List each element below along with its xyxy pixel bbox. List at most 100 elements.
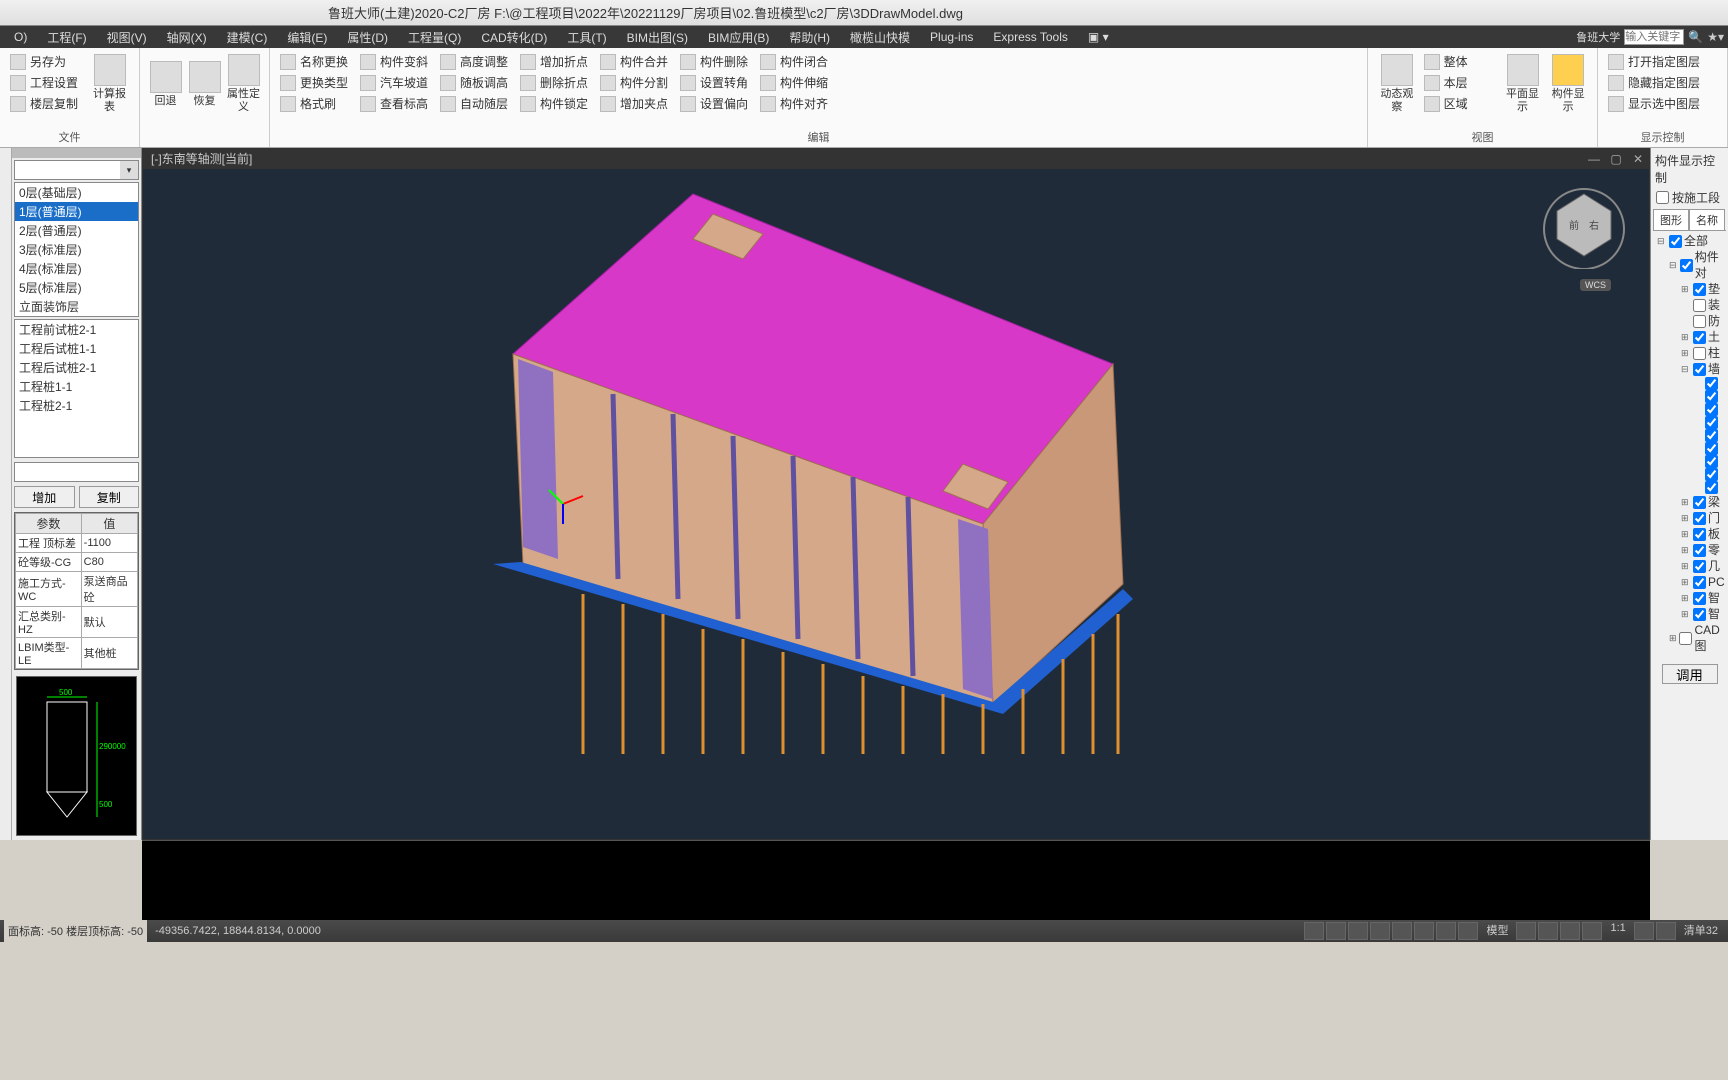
panel-grip[interactable] xyxy=(12,148,141,158)
delete-comp-button[interactable]: 构件删除 xyxy=(676,52,756,71)
expand-icon[interactable]: ⊞ xyxy=(1681,494,1691,510)
set-corner-button[interactable]: 设置转角 xyxy=(676,73,756,92)
scale-label[interactable]: 1:1 xyxy=(1604,922,1631,940)
menu-bim-export[interactable]: BIM出图(S) xyxy=(617,27,698,48)
merge-button[interactable]: 构件合并 xyxy=(596,52,676,71)
tree-check[interactable] xyxy=(1693,528,1706,541)
slant-button[interactable]: 构件变斜 xyxy=(356,52,436,71)
tree-item[interactable]: 工程前试桩2-1 xyxy=(15,320,138,339)
expand-icon[interactable]: ⊞ xyxy=(1681,606,1691,622)
status-icon[interactable] xyxy=(1348,922,1368,940)
tree-check[interactable] xyxy=(1705,390,1718,403)
keyword-search[interactable] xyxy=(1624,29,1684,45)
list-label[interactable]: 清单32 xyxy=(1678,922,1724,940)
tab-graphic[interactable]: 图形 xyxy=(1653,209,1689,230)
report-button[interactable]: 计算报表 xyxy=(86,52,133,116)
redo-button[interactable]: 恢复 xyxy=(185,52,224,116)
this-floor-button[interactable]: 本层 xyxy=(1420,73,1500,92)
menu-axis[interactable]: 轴网(X) xyxy=(157,27,217,48)
save-as-button[interactable]: 另存为 xyxy=(6,52,86,71)
view-height-button[interactable]: 查看标高 xyxy=(356,94,436,113)
status-icon[interactable] xyxy=(1538,922,1558,940)
tree-check[interactable] xyxy=(1679,632,1692,645)
floor-option-1[interactable]: 1层(普通层) xyxy=(15,202,138,221)
del-vertex-button[interactable]: 删除折点 xyxy=(516,73,596,92)
tree-check[interactable] xyxy=(1693,347,1706,360)
close-icon[interactable]: ✕ xyxy=(1627,149,1649,169)
tab-name[interactable]: 名称 xyxy=(1689,209,1725,230)
tree-check[interactable] xyxy=(1693,496,1706,509)
open-layer-button[interactable]: 打开指定图层 xyxy=(1604,52,1721,71)
tree-check[interactable] xyxy=(1705,442,1718,455)
university-label[interactable]: 鲁班大学 xyxy=(1576,29,1620,45)
menu-model[interactable]: 建模(C) xyxy=(217,27,278,48)
menu-attr[interactable]: 属性(D) xyxy=(337,27,398,48)
status-icon[interactable] xyxy=(1414,922,1434,940)
expand-icon[interactable]: ⊞ xyxy=(1681,558,1691,574)
menu-edit[interactable]: 编辑(E) xyxy=(277,27,337,48)
floor-option-0[interactable]: 0层(基础层) xyxy=(15,183,138,202)
tree-item[interactable]: 工程桩1-1 xyxy=(15,377,138,396)
tree-check[interactable] xyxy=(1693,560,1706,573)
view-cube[interactable]: 前 右 xyxy=(1539,179,1629,269)
tree-item[interactable]: 工程后试桩2-1 xyxy=(15,358,138,377)
orbit-button[interactable]: 动态观察 xyxy=(1374,52,1420,116)
align-button[interactable]: 构件对齐 xyxy=(756,94,836,113)
model-label[interactable]: 模型 xyxy=(1480,922,1514,940)
expand-icon[interactable]: ⊞ xyxy=(1681,526,1691,542)
status-icon[interactable] xyxy=(1516,922,1536,940)
attr-def-button[interactable]: 属性定义 xyxy=(224,52,263,116)
expand-icon[interactable]: ⊟ xyxy=(1657,233,1667,249)
set-offset-button[interactable]: 设置偏向 xyxy=(676,94,756,113)
stage-check[interactable] xyxy=(1656,191,1669,204)
close-comp-button[interactable]: 构件闭合 xyxy=(756,52,836,71)
tree-check[interactable] xyxy=(1693,576,1706,589)
menu-plugins[interactable]: Plug-ins xyxy=(920,28,983,46)
floor-combo[interactable]: ▾ xyxy=(14,160,139,180)
status-icon[interactable] xyxy=(1560,922,1580,940)
menu-quantity[interactable]: 工程量(Q) xyxy=(398,27,471,48)
status-icon[interactable] xyxy=(1634,922,1654,940)
lock-button[interactable]: 构件锁定 xyxy=(516,94,596,113)
comp-display-button[interactable]: 构件显示 xyxy=(1545,52,1591,116)
tree-check[interactable] xyxy=(1693,363,1706,376)
slab-height-button[interactable]: 随板调高 xyxy=(436,73,516,92)
expand-icon[interactable]: ⊞ xyxy=(1681,345,1691,361)
overall-button[interactable]: 整体 xyxy=(1420,52,1500,71)
filter-input[interactable] xyxy=(14,462,139,482)
format-brush-button[interactable]: 格式刷 xyxy=(276,94,356,113)
floor-option-6[interactable]: 立面装饰层 xyxy=(15,297,138,316)
expand-icon[interactable]: ⊞ xyxy=(1681,590,1691,606)
floor-option-5[interactable]: 5层(标准层) xyxy=(15,278,138,297)
expand-icon[interactable]: ⊟ xyxy=(1669,257,1678,273)
change-type-button[interactable]: 更换类型 xyxy=(276,73,356,92)
tree-check[interactable] xyxy=(1705,455,1718,468)
expand-icon[interactable]: ⊟ xyxy=(1681,361,1691,377)
tree-check[interactable] xyxy=(1705,403,1718,416)
stretch-button[interactable]: 构件伸缩 xyxy=(756,73,836,92)
menu-bim-app[interactable]: BIM应用(B) xyxy=(698,27,779,48)
tree-item[interactable]: 工程桩2-1 xyxy=(15,396,138,415)
star-icon[interactable]: ★▾ xyxy=(1707,30,1724,44)
menu-o[interactable]: O) xyxy=(4,28,37,46)
floor-option-3[interactable]: 3层(标准层) xyxy=(15,240,138,259)
floor-copy-button[interactable]: 楼层复制 xyxy=(6,94,86,113)
auto-floor-button[interactable]: 自动随层 xyxy=(436,94,516,113)
status-icon[interactable] xyxy=(1458,922,1478,940)
tree-item[interactable]: 工程后试桩1-1 xyxy=(15,339,138,358)
tree-check[interactable] xyxy=(1693,544,1706,557)
tree-check[interactable] xyxy=(1693,608,1706,621)
flat-view-button[interactable]: 平面显示 xyxy=(1500,52,1546,116)
tree-check[interactable] xyxy=(1705,377,1718,390)
add-grip-button[interactable]: 增加夹点 xyxy=(596,94,676,113)
status-icon[interactable] xyxy=(1392,922,1412,940)
tree-check[interactable] xyxy=(1705,481,1718,494)
status-icon[interactable] xyxy=(1326,922,1346,940)
area-button[interactable]: 区域 xyxy=(1420,94,1500,113)
minimize-icon[interactable]: — xyxy=(1583,149,1605,169)
tree-check[interactable] xyxy=(1693,512,1706,525)
adjust-height-button[interactable]: 高度调整 xyxy=(436,52,516,71)
tree-check[interactable] xyxy=(1693,331,1706,344)
tree-check[interactable] xyxy=(1669,235,1682,248)
menu-help[interactable]: 帮助(H) xyxy=(779,27,840,48)
